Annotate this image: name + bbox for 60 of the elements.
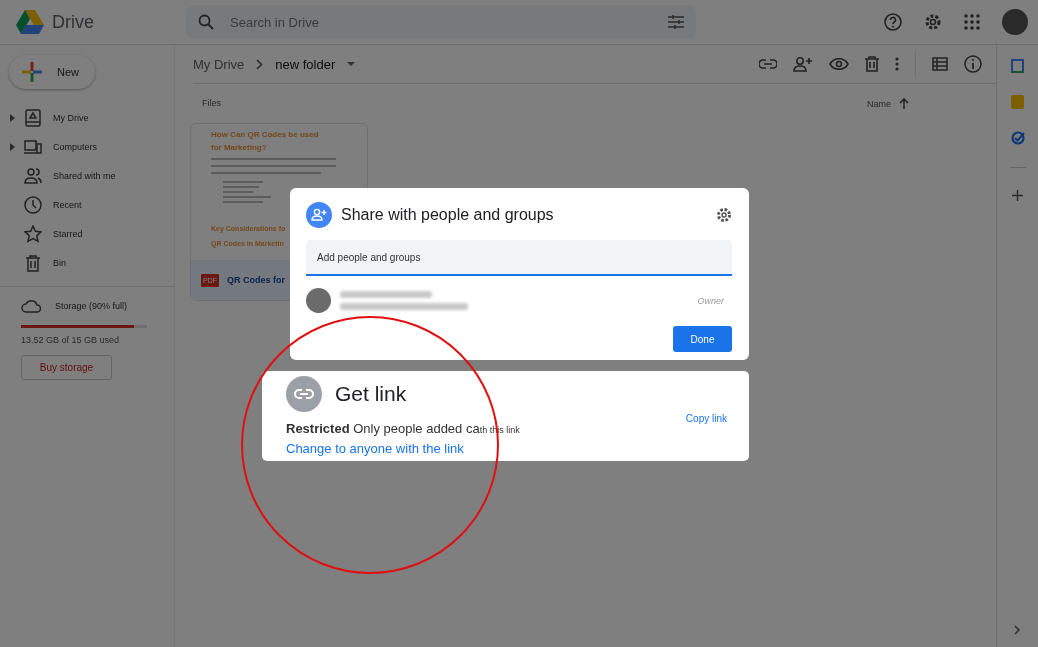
eye-icon[interactable] (829, 58, 849, 70)
expand-caret-icon[interactable] (10, 113, 15, 122)
info-icon[interactable] (964, 55, 982, 73)
cloud-icon (21, 299, 41, 313)
add-people-field[interactable]: Add people and groups (306, 240, 732, 276)
tasks-check-icon[interactable] (1010, 131, 1025, 145)
drive-icon (24, 108, 42, 127)
trash-icon[interactable] (865, 56, 879, 72)
sidebar-item[interactable]: Starred (0, 219, 174, 248)
drive-logo-icon (16, 10, 44, 34)
change-access-link[interactable]: Change to anyone with the link (286, 441, 520, 456)
sort-label[interactable]: Name (867, 98, 891, 109)
expand-caret-icon[interactable] (10, 142, 15, 151)
breadcrumb-item[interactable]: My Drive (193, 56, 245, 72)
restriction-description: Restricted Only people added ca (286, 421, 480, 436)
link-icon (286, 376, 322, 412)
sidebar-item[interactable]: Computers (0, 132, 174, 161)
sidebar-item[interactable]: Bin (0, 248, 174, 277)
sidebar-item[interactable]: My Drive (0, 103, 174, 132)
search-bar[interactable]: Search in Drive (186, 5, 696, 39)
add-person-icon (306, 202, 332, 228)
recent-icon (24, 195, 42, 214)
storage-label: Storage (90% full) (55, 301, 128, 311)
document-heading: How Can QR Codes be used for Marketing? (211, 129, 320, 154)
breadcrumb-item[interactable]: new folder (275, 56, 336, 72)
buy-storage-button[interactable]: Buy storage (21, 355, 112, 380)
chevron-right-icon (256, 58, 264, 70)
copy-link-button[interactable]: Copy link (685, 413, 727, 424)
filter-options-icon[interactable] (668, 15, 684, 29)
owner-role: Owner (697, 295, 724, 306)
app-name: Drive (52, 11, 94, 33)
sidebar-item[interactable]: Shared with me (0, 161, 174, 190)
settings-icon[interactable] (716, 207, 732, 223)
dropdown-caret-icon[interactable] (347, 62, 356, 66)
help-icon[interactable] (884, 13, 902, 31)
get-link-title: Get link (335, 382, 407, 406)
starred-icon (24, 224, 42, 243)
computers-icon (24, 137, 42, 156)
more-options-icon[interactable] (895, 57, 899, 71)
sidebar-item[interactable]: Recent (0, 190, 174, 219)
link-icon[interactable] (759, 59, 777, 69)
chevron-right-icon[interactable] (1014, 625, 1021, 635)
search-icon (198, 14, 214, 30)
bin-icon (24, 253, 42, 272)
add-person-icon[interactable] (793, 56, 813, 72)
file-name: QR Codes for (227, 275, 285, 285)
settings-icon[interactable] (924, 13, 942, 31)
apps-grid-icon[interactable] (964, 14, 980, 30)
done-button[interactable]: Done (673, 326, 732, 352)
list-view-icon[interactable] (932, 57, 948, 71)
plus-icon (21, 61, 43, 83)
user-avatar (306, 288, 331, 313)
sort-arrow-icon[interactable] (899, 98, 909, 109)
search-field[interactable]: Search in Drive (228, 13, 654, 31)
storage-used-text: 13.52 GB of 15 GB used (21, 335, 121, 345)
shared-icon (24, 166, 42, 185)
account-avatar[interactable] (1002, 9, 1028, 35)
add-icon[interactable] (1012, 190, 1023, 201)
new-button[interactable]: New (9, 55, 95, 89)
files-heading: Files (202, 98, 221, 109)
